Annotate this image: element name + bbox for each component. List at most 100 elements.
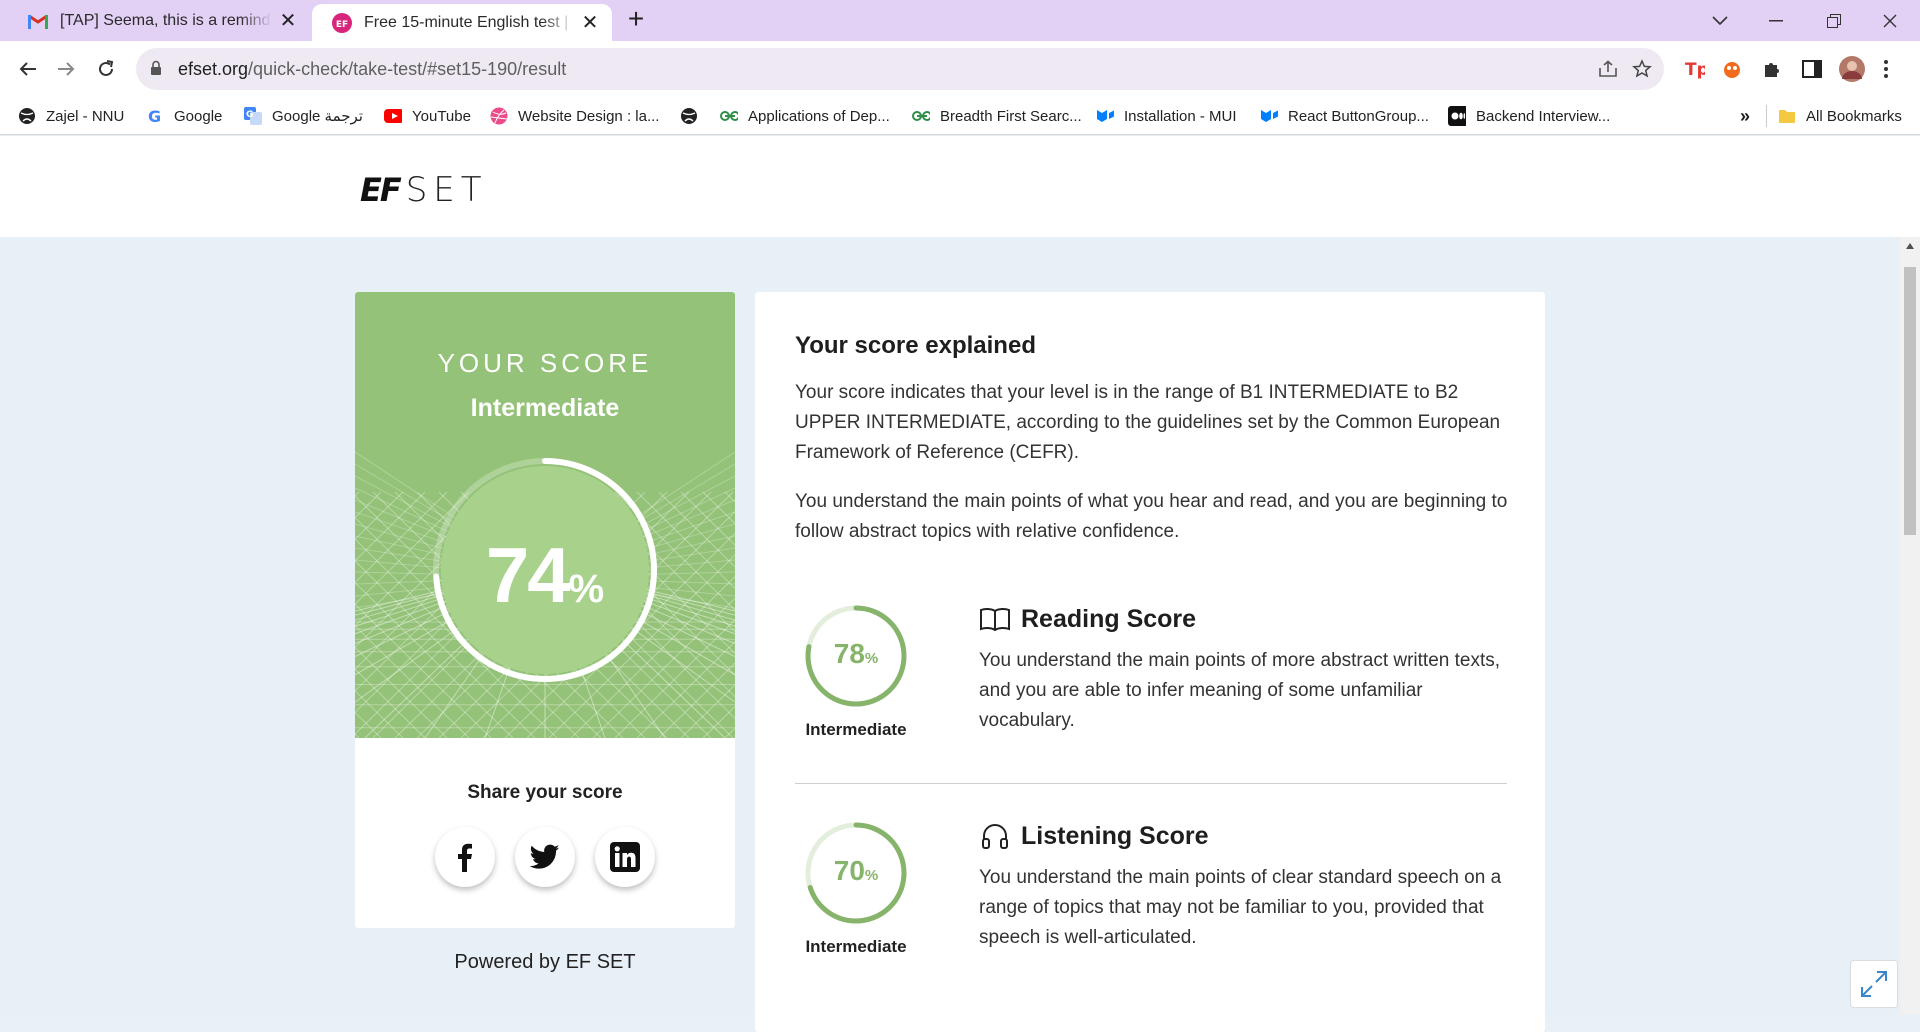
bookmark-zajel[interactable]: Zajel - NNU	[18, 103, 124, 129]
score-card: YOUR SCORE Intermediate 74% Share your s…	[355, 292, 735, 928]
bookmark-installation-mui[interactable]: Installation - MUI	[1096, 103, 1237, 129]
logo-ef: EF	[360, 171, 402, 209]
forward-icon[interactable]	[48, 51, 84, 87]
bookmark-label: Installation - MUI	[1124, 107, 1237, 125]
globe-icon	[680, 107, 698, 125]
tab-gmail[interactable]: [TAP] Seema, this is a reminder to ✕	[8, 0, 310, 41]
bookmarks-bar: Zajel - NNU G Google G Google ترجمة YouT…	[0, 97, 1920, 135]
ef-icon: EF	[332, 12, 352, 33]
all-bookmarks-button[interactable]: All Bookmarks	[1778, 103, 1902, 129]
listening-score-value: 70%	[795, 855, 917, 887]
bookmark-backend-interview[interactable]: Backend Interview...	[1448, 103, 1610, 129]
mui-icon	[1096, 107, 1114, 125]
close-tab-icon[interactable]: ✕	[580, 12, 600, 34]
side-panel-icon[interactable]	[1798, 55, 1826, 83]
svg-text:EF: EF	[336, 20, 348, 30]
twitter-share-button[interactable]	[515, 827, 575, 887]
score-percent-sign: %	[568, 567, 605, 611]
reading-level: Intermediate	[805, 720, 907, 739]
gfg-icon	[912, 107, 930, 125]
profile-avatar[interactable]	[1838, 55, 1866, 83]
reading-percent-sign: %	[864, 650, 879, 667]
youtube-icon	[384, 107, 402, 125]
listening-score-heading: Listening Score	[979, 821, 1209, 851]
bookmark-applications-of-dep[interactable]: Applications of Dep...	[720, 103, 890, 129]
bookmark-label: Website Design : la...	[518, 107, 660, 125]
bookmark-label: YouTube	[412, 107, 471, 125]
scroll-up-arrow-icon[interactable]	[1906, 243, 1914, 249]
powered-by-text: Powered by EF SET	[454, 951, 636, 973]
close-tab-icon[interactable]: ✕	[278, 10, 298, 32]
folder-icon	[1778, 107, 1796, 125]
svg-text:G: G	[148, 107, 161, 125]
bookmark-youtube[interactable]: YouTube	[384, 103, 471, 129]
bookmark-label: Backend Interview...	[1476, 107, 1611, 125]
bookmark-star-icon[interactable]	[1630, 57, 1654, 81]
section-divider	[795, 783, 1507, 784]
hand-extension-icon[interactable]	[1718, 55, 1746, 83]
site-header: EF SET	[0, 136, 1920, 237]
bookmark-label: React ButtonGroup...	[1288, 107, 1429, 125]
facebook-icon	[458, 843, 472, 872]
bookmark-label: Zajel - NNU	[46, 107, 125, 125]
listening-score-number: 70	[833, 855, 865, 886]
url-text: efset.org/quick-check/take-test/#set15-1…	[178, 59, 566, 80]
dribbble-icon	[490, 107, 508, 125]
bookmark-react-buttongroup[interactable]: React ButtonGroup...	[1260, 103, 1429, 129]
listening-title: Listening Score	[1021, 821, 1209, 850]
bookmarks-separator	[1766, 105, 1767, 127]
minimize-icon[interactable]	[1748, 0, 1804, 41]
bookmark-globe[interactable]	[680, 103, 708, 129]
reading-score-heading: Reading Score	[979, 604, 1196, 634]
back-icon[interactable]	[10, 51, 46, 87]
menu-kebab-icon[interactable]	[1872, 55, 1900, 83]
bookmark-website-design[interactable]: Website Design : la...	[490, 103, 659, 129]
bookmarks-overflow-button[interactable]: »	[1740, 103, 1750, 129]
gmail-icon	[28, 11, 48, 31]
efset-logo[interactable]: EF SET	[360, 170, 488, 210]
new-tab-icon[interactable]: +	[622, 5, 650, 34]
listening-percent-sign: %	[864, 867, 879, 884]
expand-button[interactable]	[1850, 960, 1898, 1008]
bookmark-breadth-first[interactable]: Breadth First Searc...	[912, 103, 1082, 129]
score-panel: YOUR SCORE Intermediate 74%	[355, 292, 735, 738]
share-icon[interactable]	[1596, 57, 1620, 81]
tab-search-icon[interactable]	[1692, 0, 1748, 41]
restore-icon[interactable]	[1806, 0, 1862, 41]
explained-paragraph-2: You understand the main points of what y…	[795, 491, 1508, 542]
share-title: Share your score	[467, 782, 623, 803]
bookmark-label: Google ترجمة	[272, 108, 363, 125]
svg-text:Tp: Tp	[1685, 60, 1705, 79]
reading-score-value: 78%	[795, 638, 917, 670]
score-explained-card: Your score explained Your score indicate…	[755, 292, 1545, 1032]
tab-bar: [TAP] Seema, this is a reminder to ✕ EF …	[0, 0, 1920, 41]
lock-icon[interactable]	[150, 60, 162, 81]
linkedin-share-button[interactable]	[595, 827, 655, 887]
facebook-share-button[interactable]	[435, 827, 495, 887]
address-bar[interactable]: efset.org/quick-check/take-test/#set15-1…	[136, 48, 1664, 90]
score-label: YOUR SCORE	[437, 348, 653, 378]
url-path: /quick-check/take-test/#set15-190/result	[248, 59, 567, 79]
reading-score-number: 78	[833, 638, 865, 669]
score-level: Intermediate	[470, 394, 620, 422]
close-window-icon[interactable]	[1862, 0, 1918, 41]
bookmark-google[interactable]: G Google	[146, 103, 222, 129]
bookmark-google-translate[interactable]: G Google ترجمة	[244, 103, 363, 129]
listening-description: You understand the main points of clear …	[979, 867, 1502, 948]
reload-icon[interactable]	[88, 51, 124, 87]
google-icon: G	[146, 107, 164, 125]
tp-extension-icon[interactable]: Tp	[1680, 55, 1708, 83]
globe-icon	[18, 107, 36, 125]
linkedin-icon	[610, 842, 640, 872]
score-number: 74	[485, 531, 571, 619]
page-scrollbar[interactable]	[1900, 237, 1920, 1014]
listening-level: Intermediate	[805, 937, 907, 956]
scrollbar-thumb[interactable]	[1904, 267, 1916, 535]
headphones-icon	[979, 821, 1011, 851]
tab-efset[interactable]: EF Free 15-minute English test | EF SET …	[312, 4, 612, 41]
svg-text:G: G	[246, 110, 253, 120]
all-bookmarks-label: All Bookmarks	[1806, 107, 1902, 125]
puzzle-extensions-icon[interactable]	[1758, 55, 1786, 83]
tab-title: [TAP] Seema, this is a reminder to	[60, 11, 272, 29]
browser-toolbar: efset.org/quick-check/take-test/#set15-1…	[0, 41, 1920, 97]
